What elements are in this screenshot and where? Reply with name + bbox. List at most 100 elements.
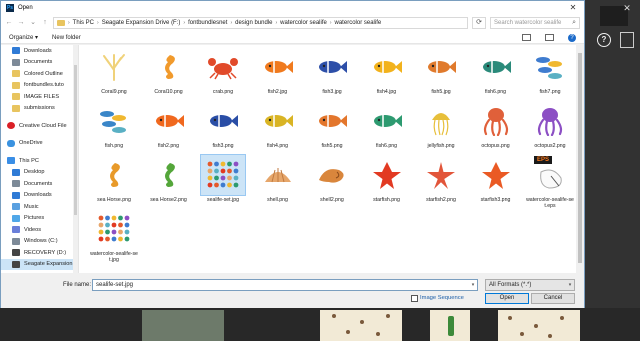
file-item[interactable]: fish5.png — [307, 101, 357, 157]
sidebar-item-label: OneDrive — [19, 140, 43, 147]
file-thumbnail — [92, 47, 136, 87]
breadcrumb-separator[interactable]: › — [230, 20, 232, 26]
cancel-button[interactable]: Cancel — [531, 293, 575, 304]
sidebar-item[interactable]: Music — [1, 201, 78, 213]
refresh-button[interactable]: ⟳ — [472, 17, 486, 29]
breadcrumb-item[interactable]: watercolor sealife — [335, 20, 382, 26]
breadcrumb-item[interactable]: watercolor sealife — [280, 20, 327, 26]
sidebar-item-label: Downloads — [24, 47, 52, 54]
sidebar-item[interactable]: This PC — [1, 155, 78, 167]
file-name: watercolor-sealife-set.eps — [526, 197, 574, 209]
breadcrumb-item[interactable]: This PC — [73, 20, 94, 26]
up-button[interactable]: ↑ — [41, 18, 49, 28]
sidebar-item[interactable]: Downloads — [1, 190, 78, 202]
file-item[interactable]: octopus2.png — [525, 101, 575, 157]
file-item[interactable]: fish6.png — [362, 101, 412, 157]
forward-button[interactable]: → — [17, 18, 25, 28]
file-item[interactable]: Coral9.png — [89, 47, 139, 103]
sidebar-item[interactable]: OneDrive — [1, 138, 78, 150]
sidebar-item[interactable]: Pictures — [1, 213, 78, 225]
breadcrumb-item[interactable]: design bundle — [235, 20, 272, 26]
breadcrumb-separator[interactable]: › — [275, 20, 277, 26]
file-name: fish3.png — [212, 143, 234, 149]
breadcrumb-separator[interactable]: › — [330, 20, 332, 26]
back-button[interactable]: ← — [5, 18, 13, 28]
file-item[interactable]: octopus.png — [471, 101, 521, 157]
file-thumbnail — [201, 47, 245, 87]
sidebar-item[interactable]: Desktop — [1, 167, 78, 179]
file-item[interactable]: jellyfish.png — [416, 101, 466, 157]
sidebar-item[interactable]: Colored Outline — [1, 68, 78, 80]
breadcrumb-separator[interactable]: › — [97, 20, 99, 26]
file-item[interactable]: fish7.png — [525, 47, 575, 103]
open-button[interactable]: Open — [485, 293, 529, 304]
search-input[interactable]: Search watercolor sealife ⌕ — [490, 17, 580, 29]
close-icon[interactable]: ✕ — [562, 1, 584, 14]
workspace-panel-icon[interactable] — [620, 32, 634, 48]
sidebar-item[interactable]: Creative Cloud File — [1, 120, 78, 132]
sidebar-item[interactable]: IMAGE FILES — [1, 91, 78, 103]
file-thumbnail — [200, 154, 246, 196]
sidebar-item[interactable]: Documents — [1, 178, 78, 190]
breadcrumb-item[interactable]: fontbundlesnet — [188, 20, 227, 26]
file-item[interactable]: Coral10.png — [144, 47, 194, 103]
workspace-help-icon[interactable]: ? — [597, 33, 611, 47]
filename-input[interactable]: sealife-set.jpg ▾ — [92, 279, 478, 291]
file-item[interactable]: EPS watercolor-sealife-set.eps — [525, 155, 575, 211]
sidebar-item[interactable]: Windows (C:) — [1, 236, 78, 248]
file-item[interactable]: fish2.png — [144, 101, 194, 157]
file-thumbnail — [419, 155, 463, 195]
file-item[interactable]: fish5.jpg — [416, 47, 466, 103]
file-item[interactable]: fish6.png — [471, 47, 521, 103]
file-item[interactable]: fish4.jpg — [362, 47, 412, 103]
sidebar-item[interactable]: Videos — [1, 224, 78, 236]
sidebar-item[interactable]: fontbundles.tuto — [1, 80, 78, 92]
sidebar-scrollbar[interactable] — [73, 45, 78, 273]
file-item[interactable]: fish2.jpg — [253, 47, 303, 103]
file-item[interactable]: sealife-set.jpg — [198, 154, 248, 211]
breadcrumb-separator[interactable]: › — [183, 20, 185, 26]
view-options-icon[interactable] — [522, 34, 531, 41]
file-format-select[interactable]: All Formats (*.*) ▾ — [485, 279, 575, 291]
file-item[interactable]: fish3.jpg — [307, 47, 357, 103]
help-icon[interactable]: ? — [568, 33, 576, 42]
file-item[interactable]: crab.png — [198, 47, 248, 103]
file-item[interactable]: sea Horse.png — [89, 155, 139, 211]
file-item[interactable]: starfish.png — [362, 155, 412, 211]
file-item[interactable]: fish.png — [89, 101, 139, 157]
sidebar-item-label: Pictures — [24, 215, 45, 222]
sidebar-item[interactable]: Downloads — [1, 45, 78, 57]
recent-locations-button[interactable]: ⌄ — [29, 18, 37, 28]
organize-button[interactable]: Organize ▾ — [9, 34, 38, 41]
chevron-down-icon[interactable]: ▾ — [469, 280, 477, 290]
image-sequence-checkbox[interactable] — [411, 295, 418, 302]
file-item[interactable]: starfish3.png — [471, 155, 521, 211]
file-item[interactable]: watercolor-sealife-set.jpg — [89, 209, 139, 265]
breadcrumb-separator[interactable]: › — [68, 20, 70, 26]
file-item[interactable]: sea Horse2.png — [144, 155, 194, 211]
file-grid-scrollbar[interactable] — [576, 45, 584, 273]
sidebar-item[interactable]: RECOVERY (D:) — [1, 247, 78, 259]
sidebar-item-label: fontbundles.tuto — [24, 82, 64, 89]
sidebar-item[interactable]: Documents — [1, 57, 78, 69]
preview-pane-icon[interactable] — [545, 34, 554, 41]
sidebar-item[interactable]: submissions — [1, 103, 78, 115]
sidebar-item[interactable]: Seagate Expansion — [1, 258, 78, 270]
workspace-close-icon[interactable]: ✕ — [620, 3, 634, 13]
file-name: jellyfish.png — [427, 143, 455, 149]
file-item[interactable]: fish4.png — [253, 101, 303, 157]
file-item[interactable]: shell2.png — [307, 155, 357, 211]
file-name: Coral9.png — [101, 89, 127, 95]
address-bar[interactable]: › This PC › Seagate Expansion Drive (F:) › fo… — [53, 17, 468, 29]
file-item[interactable]: shell.png — [253, 155, 303, 211]
creative-cloud-icon — [7, 122, 15, 130]
image-sequence-label[interactable]: Image Sequence — [420, 295, 464, 301]
new-folder-button[interactable]: New folder — [52, 35, 81, 41]
file-name: starfish3.png — [480, 197, 511, 203]
file-thumbnail — [419, 101, 463, 141]
sidebar-item-label: Desktop — [24, 169, 45, 176]
breadcrumb-item[interactable]: Seagate Expansion Drive (F:) — [102, 20, 181, 26]
file-item[interactable]: starfish2.png — [416, 155, 466, 211]
filename-label: File name: — [63, 282, 92, 288]
file-item[interactable]: fish3.png — [198, 101, 248, 157]
